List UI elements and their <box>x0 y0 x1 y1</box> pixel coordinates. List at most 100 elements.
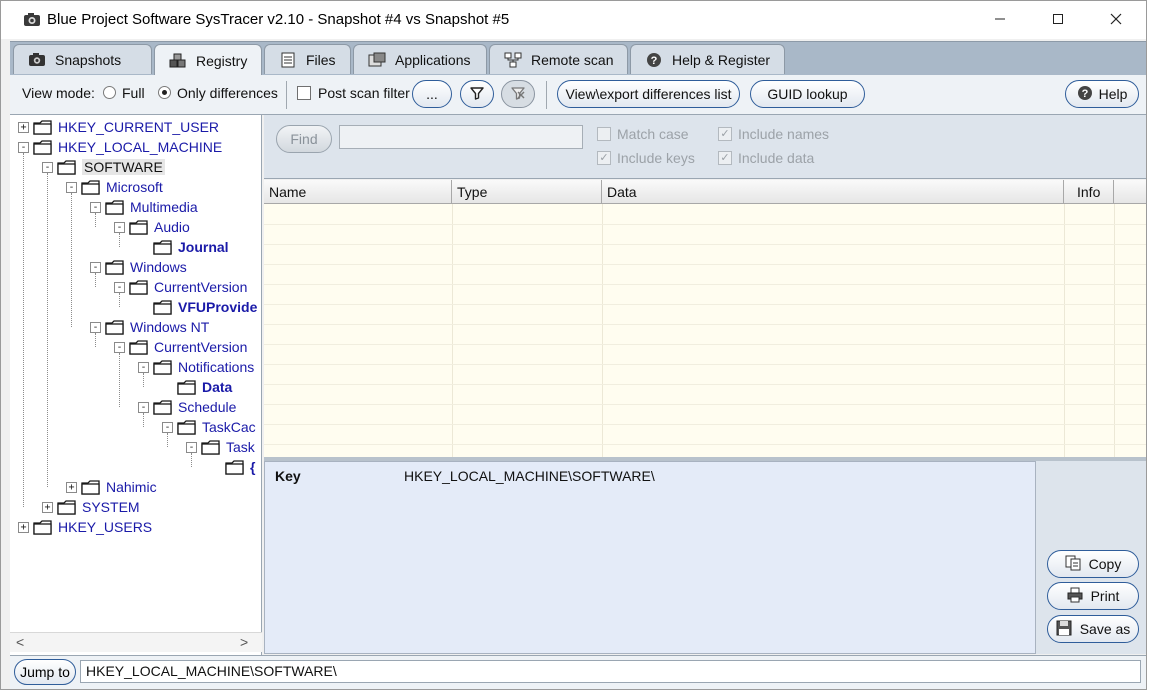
tree-node[interactable]: + HKEY_USERS <box>18 517 152 537</box>
collapse-icon[interactable]: - <box>186 441 197 453</box>
tree-node-label[interactable]: Data <box>202 379 232 395</box>
tree-node[interactable]: VFUProvide <box>138 297 257 317</box>
tree-node[interactable]: - CurrentVersion <box>114 277 247 297</box>
collapse-icon[interactable]: - <box>138 361 149 373</box>
tree-node[interactable]: - Notifications <box>138 357 254 377</box>
tab-help-register[interactable]: ? Help & Register <box>630 44 785 74</box>
collapse-icon[interactable]: - <box>114 221 125 233</box>
tree-node[interactable]: - Audio <box>114 217 190 237</box>
include-names-checkbox[interactable]: ✓ <box>718 127 732 141</box>
collapse-icon[interactable]: - <box>66 181 77 193</box>
collapse-icon[interactable]: - <box>90 261 101 273</box>
tree-node[interactable]: + Nahimic <box>66 477 157 497</box>
tree-node-label[interactable]: SYSTEM <box>82 499 140 515</box>
collapse-icon[interactable]: - <box>162 421 173 433</box>
expand-icon[interactable]: + <box>42 501 53 513</box>
tree-node[interactable]: - Windows NT <box>90 317 209 337</box>
tree-node-label[interactable]: Nahimic <box>106 479 157 495</box>
view-export-differences-button[interactable]: View\export differences list <box>557 80 740 108</box>
minimize-button[interactable] <box>971 1 1029 39</box>
tree-node-label[interactable]: Windows NT <box>130 319 209 335</box>
title-bar[interactable]: Blue Project Software SysTracer v2.10 - … <box>1 1 1146 39</box>
tree-node[interactable]: - Schedule <box>138 397 236 417</box>
view-mode-full-label[interactable]: Full <box>122 85 145 101</box>
print-button[interactable]: Print <box>1047 582 1139 610</box>
find-input[interactable] <box>339 125 583 149</box>
save-as-button[interactable]: Save as <box>1047 615 1139 643</box>
include-data-checkbox[interactable]: ✓ <box>718 151 732 165</box>
view-mode-only-differences-radio[interactable] <box>158 86 171 99</box>
tree-node-label[interactable]: CurrentVersion <box>154 339 247 355</box>
post-scan-filter-label[interactable]: Post scan filter <box>318 85 410 101</box>
tree-node-label[interactable]: VFUProvide <box>178 299 257 315</box>
tree-node-label[interactable]: HKEY_CURRENT_USER <box>58 119 219 135</box>
clear-filter-button[interactable] <box>501 80 535 108</box>
collapse-icon[interactable]: - <box>114 281 125 293</box>
match-case-option[interactable]: Match case <box>597 126 689 142</box>
collapse-icon[interactable]: - <box>18 141 29 153</box>
help-button[interactable]: ? Help <box>1065 80 1139 108</box>
expand-icon[interactable]: + <box>66 481 77 493</box>
include-names-option[interactable]: ✓ Include names <box>718 126 829 142</box>
column-header-info[interactable]: Info <box>1064 180 1114 204</box>
column-header-data[interactable]: Data <box>602 180 1064 204</box>
tree-node[interactable]: - Multimedia <box>90 197 198 217</box>
collapse-icon[interactable]: - <box>114 341 125 353</box>
expand-icon[interactable]: + <box>18 521 29 533</box>
include-keys-option[interactable]: ✓ Include keys <box>597 150 695 166</box>
post-scan-filter-checkbox[interactable] <box>297 86 311 100</box>
tree-node-label[interactable]: TaskCac <box>202 419 256 435</box>
collapse-icon[interactable]: - <box>138 401 149 413</box>
tree-node[interactable]: - HKEY_LOCAL_MACHINE <box>18 137 222 157</box>
copy-button[interactable]: Copy <box>1047 550 1139 578</box>
column-header-name[interactable]: Name <box>264 180 452 204</box>
jump-to-button[interactable]: Jump to <box>14 659 76 685</box>
column-header-type[interactable]: Type <box>452 180 602 204</box>
tree-node[interactable]: - Microsoft <box>66 177 163 197</box>
tree-node-label[interactable]: { <box>250 459 255 475</box>
tree-node[interactable]: - SOFTWARE <box>42 157 165 177</box>
maximize-button[interactable] <box>1029 1 1087 39</box>
collapse-icon[interactable]: - <box>90 321 101 333</box>
tree-node-label[interactable]: SOFTWARE <box>82 159 165 175</box>
tree-node-label[interactable]: Journal <box>178 239 229 255</box>
match-case-checkbox[interactable] <box>597 127 611 141</box>
tree-node-label[interactable]: Windows <box>130 259 187 275</box>
apply-filter-button[interactable] <box>460 80 494 108</box>
tree-node-label[interactable]: Schedule <box>178 399 236 415</box>
tree-node-label[interactable]: HKEY_LOCAL_MACHINE <box>58 139 222 155</box>
tree-node-label[interactable]: Audio <box>154 219 190 235</box>
view-mode-only-differences-label[interactable]: Only differences <box>177 85 278 101</box>
tree-node-label[interactable]: HKEY_USERS <box>58 519 152 535</box>
tree-node-label[interactable]: Notifications <box>178 359 254 375</box>
include-keys-checkbox[interactable]: ✓ <box>597 151 611 165</box>
tab-registry[interactable]: Registry <box>154 44 262 76</box>
tree-node[interactable]: { <box>210 457 255 477</box>
tree-node-label[interactable]: Task <box>226 439 255 455</box>
find-button[interactable]: Find <box>276 125 332 153</box>
tree-node-label[interactable]: CurrentVersion <box>154 279 247 295</box>
tab-applications[interactable]: Applications <box>353 44 487 74</box>
tree-node[interactable]: - Task <box>186 437 255 457</box>
tree-node-label[interactable]: Microsoft <box>106 179 163 195</box>
guid-lookup-button[interactable]: GUID lookup <box>750 80 865 108</box>
collapse-icon[interactable]: - <box>42 161 53 173</box>
tree-node[interactable]: Journal <box>138 237 229 257</box>
registry-tree[interactable]: + HKEY_CURRENT_USER - HKEY_LOCAL_MACHINE - SO… <box>10 115 262 657</box>
tree-horizontal-scrollbar[interactable]: < > <box>10 632 262 652</box>
scroll-left-icon[interactable]: < <box>16 634 24 650</box>
tree-node[interactable]: + HKEY_CURRENT_USER <box>18 117 219 137</box>
close-button[interactable] <box>1087 1 1145 39</box>
tree-node[interactable]: - TaskCac <box>162 417 256 437</box>
registry-path-input[interactable]: HKEY_LOCAL_MACHINE\SOFTWARE\ <box>80 660 1141 683</box>
tree-node[interactable]: Data <box>162 377 232 397</box>
tree-node[interactable]: - Windows <box>90 257 187 277</box>
values-grid[interactable]: Name Type Data Info <box>264 180 1146 457</box>
tab-snapshots[interactable]: Snapshots <box>13 44 152 74</box>
filter-settings-button[interactable]: ... <box>412 80 452 108</box>
tab-remote-scan[interactable]: Remote scan <box>489 44 628 74</box>
collapse-icon[interactable]: - <box>90 201 101 213</box>
tree-node[interactable]: - CurrentVersion <box>114 337 247 357</box>
view-mode-full-radio[interactable] <box>103 86 116 99</box>
tree-node[interactable]: + SYSTEM <box>42 497 140 517</box>
